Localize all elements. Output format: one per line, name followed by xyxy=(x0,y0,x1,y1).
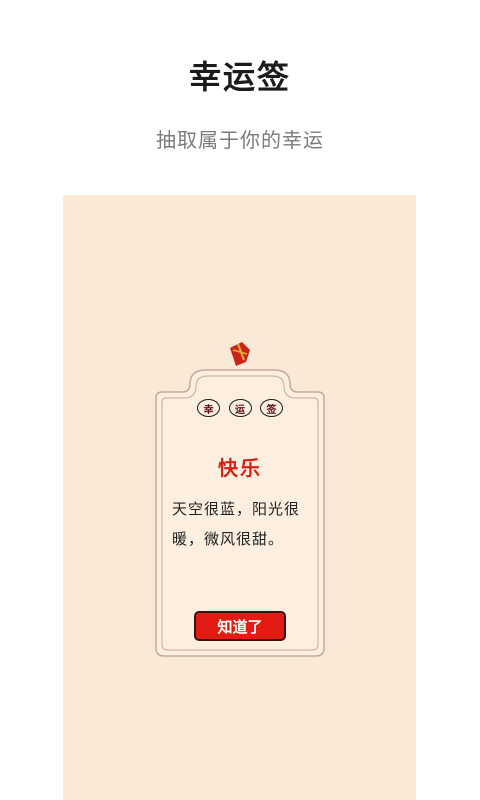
fortune-message: 天空很蓝，阳光很暖，微风很甜。 xyxy=(172,500,301,548)
chip-2: 运 xyxy=(228,399,252,417)
chip-1: 幸 xyxy=(197,399,220,417)
chip-3: 签 xyxy=(260,399,283,417)
fortune-title: 快乐 xyxy=(218,456,262,480)
got-it-button[interactable]: 知道了 xyxy=(194,611,286,641)
chip-row: 幸 运 签 xyxy=(197,397,283,419)
page-title: 幸运签 xyxy=(188,58,291,96)
page-subtitle: 抽取属于你的幸运 xyxy=(156,128,324,152)
